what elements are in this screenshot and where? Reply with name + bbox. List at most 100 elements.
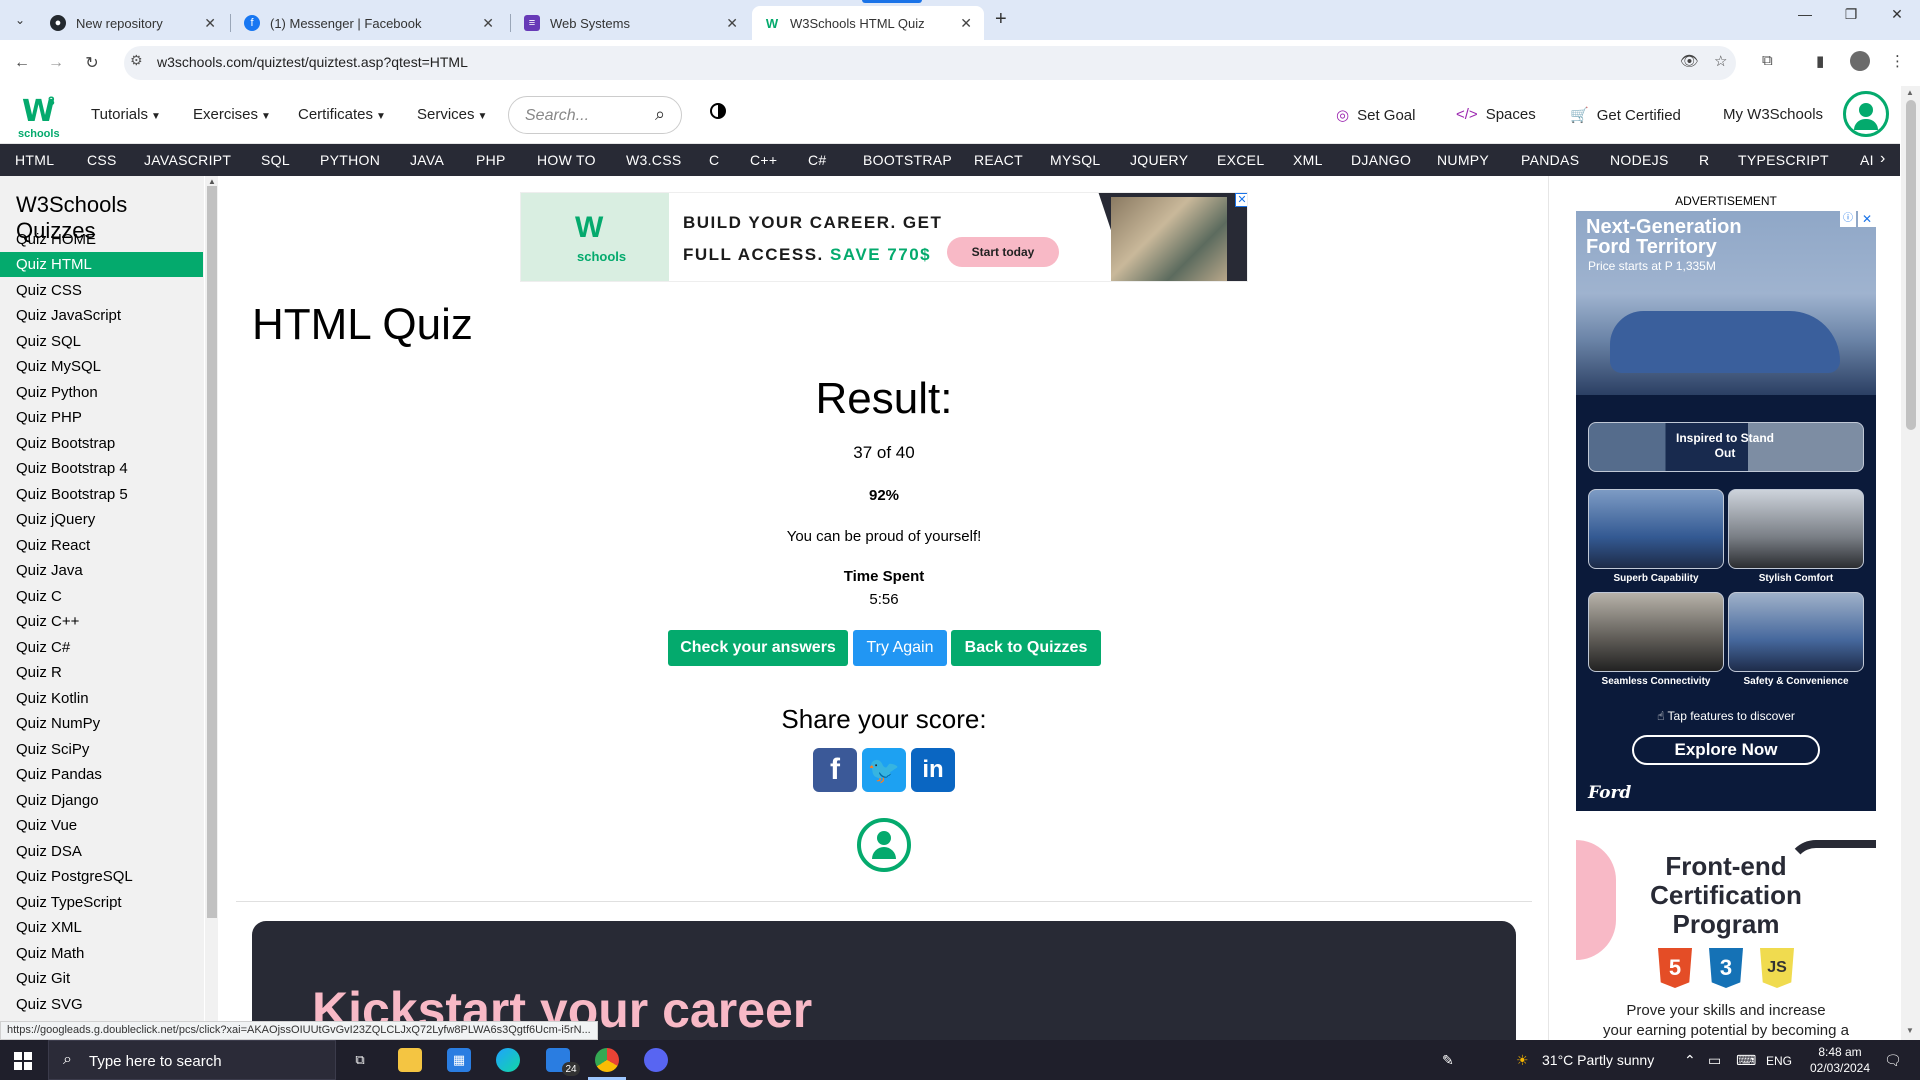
twitter-share-icon[interactable]: 🐦	[862, 748, 906, 792]
topic-php[interactable]: PHP	[476, 152, 506, 168]
close-window-icon[interactable]: ✕	[1874, 6, 1920, 23]
side-panel-icon[interactable]: ▮	[1816, 52, 1824, 70]
task-view-icon[interactable]: ⧉	[348, 1048, 372, 1072]
chevron-right-icon[interactable]: ›	[1880, 150, 1886, 168]
tab-w3schools-html-quiz[interactable]: W W3Schools HTML Quiz ✕	[752, 6, 984, 40]
extensions-icon[interactable]: ⧉	[1762, 52, 1773, 69]
topic-sql[interactable]: SQL	[261, 152, 290, 168]
user-profile-icon[interactable]	[857, 818, 911, 872]
ad-close-icon[interactable]: ✕	[1858, 211, 1876, 227]
language-indicator[interactable]: ENG	[1766, 1054, 1792, 1068]
back-to-quizzes-button[interactable]: Back to Quizzes	[951, 630, 1101, 666]
try-again-button[interactable]: Try Again	[853, 630, 947, 666]
pen-icon[interactable]: ✎	[1442, 1052, 1454, 1069]
sidebar-item-quiz-r[interactable]: Quiz R	[0, 660, 203, 685]
topic-javascript[interactable]: JAVASCRIPT	[144, 152, 231, 168]
ford-advertisement[interactable]: Next-Generation Ford Territory Price sta…	[1576, 211, 1876, 811]
sidebar-item-quiz-bootstrap-4[interactable]: Quiz Bootstrap 4	[0, 456, 203, 481]
ad-start-today-button[interactable]: Start today	[947, 237, 1059, 267]
topic-ai[interactable]: AI	[1860, 152, 1874, 168]
network-icon[interactable]: ▭	[1708, 1052, 1721, 1069]
search-input[interactable]: Search... ⌕	[508, 96, 682, 134]
scroll-up-icon[interactable]: ▲	[208, 177, 216, 186]
sidebar-item-quiz-java[interactable]: Quiz Java	[0, 558, 203, 583]
tab-messenger[interactable]: f (1) Messenger | Facebook ✕	[232, 6, 506, 40]
certification-advertisement[interactable]: Front-end Certification Program 5 3 JS P…	[1576, 840, 1876, 1040]
close-tab-icon[interactable]: ✕	[726, 15, 738, 32]
topic-numpy[interactable]: NUMPY	[1437, 152, 1489, 168]
close-tab-icon[interactable]: ✕	[204, 15, 216, 32]
get-certified-link[interactable]: 🛒 Get Certified	[1570, 106, 1681, 124]
weather-icon[interactable]: ☀	[1516, 1052, 1529, 1069]
check-answers-button[interactable]: Check your answers	[668, 630, 848, 666]
topic-react[interactable]: REACT	[974, 152, 1023, 168]
sidebar-item-quiz-svg[interactable]: Quiz SVG	[0, 992, 203, 1017]
sidebar-item-quiz-vue[interactable]: Quiz Vue	[0, 813, 203, 838]
sidebar-item-quiz-math[interactable]: Quiz Math	[0, 941, 203, 966]
topic-html[interactable]: HTML	[15, 152, 54, 168]
topic-jquery[interactable]: JQUERY	[1130, 152, 1188, 168]
topic-bootstrap[interactable]: BOOTSTRAP	[863, 152, 952, 168]
sidebar-item-quiz-javascript[interactable]: Quiz JavaScript	[0, 303, 203, 328]
ford-tile-comfort[interactable]	[1728, 489, 1864, 569]
close-tab-icon[interactable]: ✕	[960, 15, 972, 32]
menu-exercises[interactable]: Exercises ▼	[193, 106, 271, 123]
sidebar-item-quiz-css[interactable]: Quiz CSS	[0, 278, 203, 303]
chrome-icon[interactable]	[595, 1048, 619, 1072]
topic-django[interactable]: DJANGO	[1351, 152, 1411, 168]
sidebar-item-quiz-python[interactable]: Quiz Python	[0, 380, 203, 405]
topic-java[interactable]: JAVA	[410, 152, 444, 168]
spaces-link[interactable]: </> Spaces	[1456, 106, 1536, 123]
site-info-icon[interactable]: ⚙	[130, 52, 143, 69]
topic-excel[interactable]: EXCEL	[1217, 152, 1264, 168]
topic-nodejs[interactable]: NODEJS	[1610, 152, 1669, 168]
tab-new-repository[interactable]: ● New repository ✕	[38, 6, 228, 40]
sidebar-item-quiz-csharp[interactable]: Quiz C#	[0, 635, 203, 660]
topic-pandas[interactable]: PANDAS	[1521, 152, 1579, 168]
file-explorer-icon[interactable]	[398, 1048, 422, 1072]
taskbar-search-input[interactable]: ⌕ Type here to search	[48, 1040, 336, 1080]
topic-python[interactable]: PYTHON	[320, 152, 380, 168]
sidebar-item-quiz-typescript[interactable]: Quiz TypeScript	[0, 890, 203, 915]
ford-tile-safety[interactable]	[1728, 592, 1864, 672]
sidebar-item-quiz-cpp[interactable]: Quiz C++	[0, 609, 203, 634]
new-tab-icon[interactable]: +	[995, 8, 1007, 31]
close-tab-icon[interactable]: ✕	[482, 15, 494, 32]
sidebar-item-quiz-postgresql[interactable]: Quiz PostgreSQL	[0, 864, 203, 889]
topic-typescript[interactable]: TYPESCRIPT	[1738, 152, 1829, 168]
ad-info-icon[interactable]: ⓘ	[1840, 211, 1856, 227]
menu-tutorials[interactable]: Tutorials ▼	[91, 106, 161, 123]
sidebar-item-quiz-scipy[interactable]: Quiz SciPy	[0, 737, 203, 762]
linkedin-share-icon[interactable]: in	[911, 748, 955, 792]
discord-icon[interactable]	[644, 1048, 668, 1072]
ford-tile-capability[interactable]	[1588, 489, 1724, 569]
profile-avatar-icon[interactable]	[1850, 51, 1870, 71]
sidebar-item-quiz-kotlin[interactable]: Quiz Kotlin	[0, 686, 203, 711]
sidebar-item-quiz-php[interactable]: Quiz PHP	[0, 405, 203, 430]
sidebar-item-quiz-git[interactable]: Quiz Git	[0, 966, 203, 991]
sidebar-item-quiz-react[interactable]: Quiz React	[0, 533, 203, 558]
explore-now-button[interactable]: Explore Now	[1632, 735, 1820, 765]
topic-mysql[interactable]: MYSQL	[1050, 152, 1101, 168]
scrollbar-thumb[interactable]	[207, 186, 217, 918]
taskbar-clock[interactable]: 8:48 am 02/03/2024	[1800, 1044, 1880, 1076]
weather-text[interactable]: 31°C Partly sunny	[1542, 1052, 1654, 1068]
browser-menu-icon[interactable]: ⋮	[1890, 52, 1905, 70]
topic-c[interactable]: C	[709, 152, 719, 168]
ford-feature-strip[interactable]: Inspired to Stand Out	[1588, 422, 1864, 472]
url-text[interactable]: w3schools.com/quiztest/quiztest.asp?qtes…	[157, 54, 468, 70]
sidebar-item-quiz-dsa[interactable]: Quiz DSA	[0, 839, 203, 864]
user-avatar-icon[interactable]	[1843, 91, 1889, 137]
set-goal-link[interactable]: ◎ Set Goal	[1336, 106, 1415, 124]
sidebar-item-quiz-mysql[interactable]: Quiz MySQL	[0, 354, 203, 379]
menu-services[interactable]: Services ▼	[417, 106, 487, 123]
sidebar-item-quiz-bootstrap-5[interactable]: Quiz Bootstrap 5	[0, 482, 203, 507]
sidebar-item-quiz-numpy[interactable]: Quiz NumPy	[0, 711, 203, 736]
sidebar-item-quiz-jquery[interactable]: Quiz jQuery	[0, 507, 203, 532]
sidebar-item-quiz-django[interactable]: Quiz Django	[0, 788, 203, 813]
topic-w3css[interactable]: W3.CSS	[626, 152, 681, 168]
sidebar-item-quiz-c[interactable]: Quiz C	[0, 584, 203, 609]
page-scrollbar[interactable]: ▲ ▼	[1901, 86, 1920, 1040]
bookmark-star-icon[interactable]: ☆	[1714, 52, 1727, 70]
ad-close-icon[interactable]: ✕	[1235, 193, 1247, 207]
